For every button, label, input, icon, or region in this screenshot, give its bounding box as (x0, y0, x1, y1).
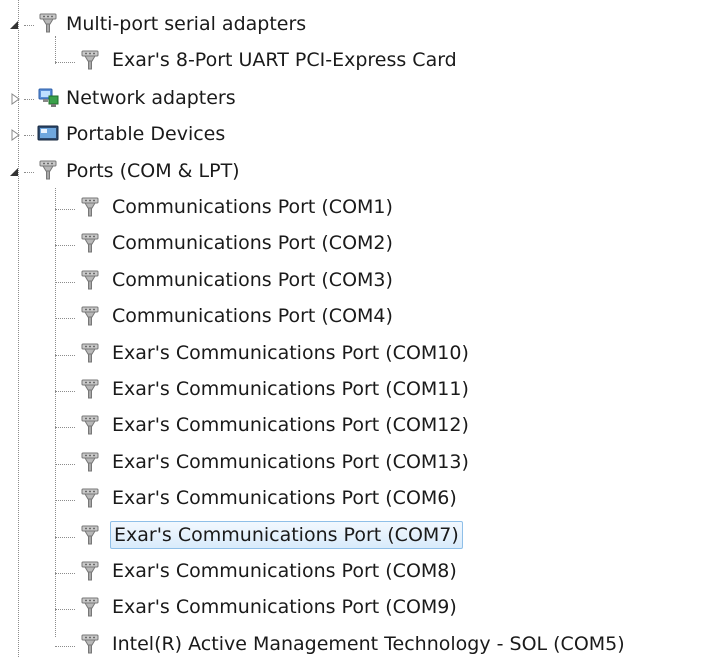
serial-port-icon (36, 158, 60, 182)
serial-port-icon (78, 304, 102, 328)
serial-port-icon (78, 595, 102, 619)
serial-port-icon (78, 377, 102, 401)
tree-node-network-adapters[interactable]: Network adapters (0, 82, 703, 116)
tree-node-port[interactable]: Exar's Communications Port (COM7) (0, 519, 703, 553)
serial-port-icon (78, 48, 102, 72)
tree-node-label: Communications Port (COM3) (112, 269, 393, 291)
tree-node-label: Exar's Communications Port (COM10) (112, 342, 469, 364)
serial-port-icon (78, 413, 102, 437)
tree-node-port[interactable]: Communications Port (COM2) (0, 227, 703, 261)
tree-node-label: Communications Port (COM4) (112, 305, 393, 327)
expand-arrow-icon[interactable] (10, 93, 22, 105)
device-tree: Multi-port serial adapters Exar's 8-Port… (0, 0, 703, 657)
tree-node-label: Exar's Communications Port (COM7) (110, 521, 463, 549)
serial-port-icon (78, 195, 102, 219)
tree-node-ports-com-lpt[interactable]: Ports (COM & LPT) (0, 155, 703, 189)
tree-node-label: Ports (COM & LPT) (66, 160, 240, 182)
tree-node-port[interactable]: Exar's Communications Port (COM11) (0, 373, 703, 407)
expand-arrow-icon[interactable] (10, 129, 22, 141)
tree-node-label: Intel(R) Active Management Technology - … (112, 633, 625, 655)
tree-node-port[interactable]: Exar's Communications Port (COM9) (0, 591, 703, 625)
portable-device-icon (36, 121, 60, 145)
tree-node-port[interactable]: Exar's Communications Port (COM10) (0, 337, 703, 371)
tree-node-port[interactable]: Exar's Communications Port (COM8) (0, 555, 703, 589)
tree-node-port[interactable]: Exar's Communications Port (COM12) (0, 409, 703, 443)
tree-node-port[interactable]: Communications Port (COM3) (0, 264, 703, 298)
serial-port-icon (36, 11, 60, 35)
tree-node-label: Network adapters (66, 87, 236, 109)
tree-node-portable-devices[interactable]: Portable Devices (0, 118, 703, 152)
collapse-arrow-icon[interactable] (8, 166, 20, 178)
collapse-arrow-icon[interactable] (8, 19, 20, 31)
tree-node-exar-8port-card[interactable]: Exar's 8-Port UART PCI-Express Card (0, 44, 703, 78)
tree-node-port[interactable]: Communications Port (COM1) (0, 191, 703, 225)
serial-port-icon (78, 268, 102, 292)
serial-port-icon (78, 632, 102, 656)
tree-node-label: Exar's Communications Port (COM8) (112, 560, 457, 582)
tree-node-label: Exar's Communications Port (COM13) (112, 451, 469, 473)
tree-node-multiport-serial-adapters[interactable]: Multi-port serial adapters (0, 8, 703, 42)
tree-node-port[interactable]: Exar's Communications Port (COM6) (0, 482, 703, 516)
serial-port-icon (78, 559, 102, 583)
tree-node-label: Exar's Communications Port (COM12) (112, 414, 469, 436)
tree-node-label: Portable Devices (66, 123, 226, 145)
serial-port-icon (78, 341, 102, 365)
tree-node-label: Multi-port serial adapters (66, 13, 307, 35)
tree-node-port[interactable]: Communications Port (COM4) (0, 300, 703, 334)
tree-node-label: Exar's Communications Port (COM11) (112, 378, 469, 400)
tree-node-label: Communications Port (COM1) (112, 196, 393, 218)
network-adapter-icon (36, 85, 60, 109)
tree-node-label: Communications Port (COM2) (112, 232, 393, 254)
serial-port-icon (78, 486, 102, 510)
serial-port-icon (78, 231, 102, 255)
serial-port-icon (78, 450, 102, 474)
tree-node-label: Exar's 8-Port UART PCI-Express Card (112, 49, 457, 71)
tree-node-label: Exar's Communications Port (COM9) (112, 596, 457, 618)
tree-node-label: Exar's Communications Port (COM6) (112, 487, 457, 509)
tree-node-port[interactable]: Exar's Communications Port (COM13) (0, 446, 703, 480)
serial-port-icon (78, 523, 102, 547)
